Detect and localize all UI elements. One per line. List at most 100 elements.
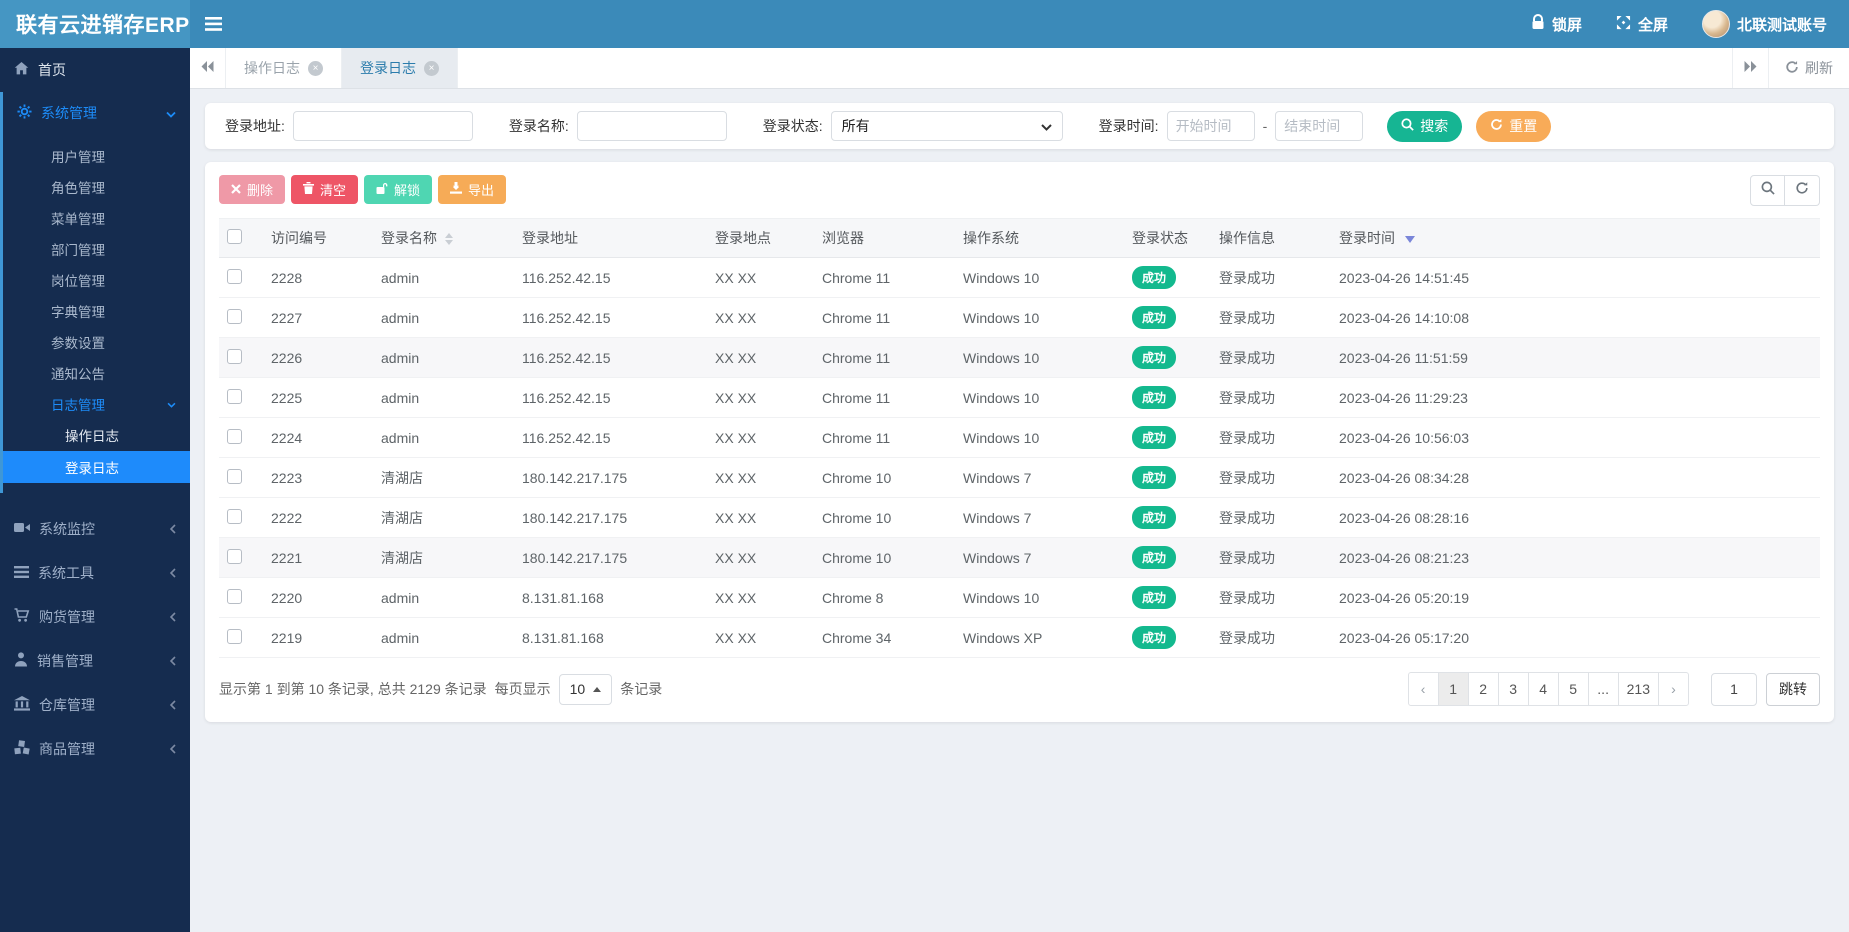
table-row[interactable]: 2222 清湖店 180.142.217.175 XX XX Chrome 10 Wind… xyxy=(219,497,1820,538)
table-row[interactable]: 2219 admin 8.131.81.168 XX XX Chrome 34 Windo… xyxy=(219,617,1820,658)
page-button[interactable]: 213 xyxy=(1617,672,1659,706)
home-icon xyxy=(14,61,29,79)
close-icon[interactable]: × xyxy=(308,60,323,76)
export-button[interactable]: 导出 xyxy=(438,175,507,204)
page-list: ‹ 1 2 3 4 5... 213 › xyxy=(1407,672,1689,706)
sidebar-item-role-mgmt[interactable]: 角色管理 xyxy=(3,171,190,202)
sidebar-item-dept-mgmt[interactable]: 部门管理 xyxy=(3,233,190,264)
cell-message: 登录成功 xyxy=(1211,337,1331,378)
row-checkbox[interactable] xyxy=(227,468,242,484)
prev-page-button[interactable]: ‹ xyxy=(1407,672,1439,706)
page-button[interactable]: 4 xyxy=(1527,672,1559,706)
sidebar-item-log-mgmt[interactable]: 日志管理 xyxy=(3,388,190,419)
table-row[interactable]: 2227 admin 116.252.42.15 XX XX Chrome 11 Wind… xyxy=(219,297,1820,338)
jump-page-input[interactable] xyxy=(1711,672,1757,706)
user-icon xyxy=(14,652,28,670)
delete-button[interactable]: 删除 xyxy=(219,175,286,204)
search-button[interactable]: 搜索 xyxy=(1387,110,1463,142)
sidebar-item-warehouse-mgmt[interactable]: 仓库管理 xyxy=(0,683,190,727)
lock-screen-button[interactable]: 锁屏 xyxy=(1531,14,1582,35)
date-range-separator: - xyxy=(1262,118,1268,134)
column-header-time[interactable]: 登录时间 xyxy=(1331,218,1820,258)
end-time-input[interactable] xyxy=(1275,111,1364,141)
row-checkbox[interactable] xyxy=(227,388,242,404)
chevron-left-icon xyxy=(169,741,176,757)
table-row[interactable]: 2223 清湖店 180.142.217.175 XX XX Chrome 10 Wind… xyxy=(219,457,1820,498)
table-header-row: 访问编号 登录名称 登录地址 登录地点 浏览器 操作系统 登录状态 操作信息 登… xyxy=(219,218,1820,258)
sidebar-item-system[interactable]: 系统管理 xyxy=(3,92,190,134)
sidebar-item-login-log[interactable]: 登录日志 xyxy=(3,451,190,483)
cell-browser: Chrome 10 xyxy=(814,537,955,578)
delete-button-label: 删除 xyxy=(247,183,274,198)
login-name-input[interactable] xyxy=(576,111,727,141)
refresh-table-button[interactable] xyxy=(1785,175,1820,206)
page-button[interactable]: 3 xyxy=(1497,672,1529,706)
user-menu[interactable]: 北联测试账号 xyxy=(1701,10,1827,38)
sidebar-item-home[interactable]: 首页 xyxy=(0,48,190,92)
cell-os: Windows 10 xyxy=(955,257,1124,298)
cell-location: XX XX xyxy=(707,337,814,378)
sidebar-item-user-mgmt[interactable]: 用户管理 xyxy=(3,140,190,171)
sidebar-item-system-tools[interactable]: 系统工具 xyxy=(0,551,190,595)
table-row[interactable]: 2220 admin 8.131.81.168 XX XX Chrome 8 Window… xyxy=(219,577,1820,618)
sidebar-item-menu-mgmt[interactable]: 菜单管理 xyxy=(3,202,190,233)
cell-message: 登录成功 xyxy=(1211,577,1331,618)
sidebar-item-post-mgmt[interactable]: 岗位管理 xyxy=(3,264,190,295)
close-icon[interactable]: × xyxy=(424,60,439,76)
table-row[interactable]: 2221 清湖店 180.142.217.175 XX XX Chrome 10 Wind… xyxy=(219,537,1820,578)
tabs-scroll-right-button[interactable] xyxy=(1732,48,1768,88)
sidebar-item-label: 登录日志 xyxy=(65,461,119,476)
table-row[interactable]: 2225 admin 116.252.42.15 XX XX Chrome 11 Wind… xyxy=(219,377,1820,418)
next-page-button[interactable]: › xyxy=(1658,672,1689,706)
cell-address: 116.252.42.15 xyxy=(514,297,707,338)
row-checkbox[interactable] xyxy=(227,548,242,564)
row-checkbox[interactable] xyxy=(227,268,242,284)
start-time-input[interactable] xyxy=(1166,111,1255,141)
login-name-label: 登录名称: xyxy=(508,118,569,134)
row-checkbox[interactable] xyxy=(227,308,242,324)
table-row[interactable]: 2226 admin 116.252.42.15 XX XX Chrome 11 Wind… xyxy=(219,337,1820,378)
page-button[interactable]: 1 xyxy=(1437,672,1469,706)
video-camera-icon xyxy=(14,521,30,537)
table-row[interactable]: 2228 admin 116.252.42.15 XX XX Chrome 11 Wind… xyxy=(219,257,1820,298)
cell-address: 180.142.217.175 xyxy=(514,457,707,498)
cell-os: Windows 7 xyxy=(955,497,1124,538)
refresh-tab-button[interactable]: 刷新 xyxy=(1768,48,1849,88)
row-checkbox[interactable] xyxy=(227,628,242,644)
tab-login-log[interactable]: 登录日志 × xyxy=(342,48,458,88)
tab-operation-log[interactable]: 操作日志 × xyxy=(226,48,342,88)
toggle-search-button[interactable] xyxy=(1750,175,1785,206)
fullscreen-button[interactable]: 全屏 xyxy=(1616,14,1668,35)
row-checkbox[interactable] xyxy=(227,588,242,604)
sidebar-item-sales-mgmt[interactable]: 销售管理 xyxy=(0,639,190,683)
unlock-button[interactable]: 解锁 xyxy=(364,175,433,204)
page-button[interactable]: 2 xyxy=(1467,672,1499,706)
double-chevron-right-icon xyxy=(1744,59,1757,77)
sidebar-item-dict-mgmt[interactable]: 字典管理 xyxy=(3,295,190,326)
select-all-checkbox[interactable] xyxy=(227,229,242,244)
sidebar-item-operation-log[interactable]: 操作日志 xyxy=(3,419,190,451)
login-address-input[interactable] xyxy=(292,111,473,141)
jump-button[interactable]: 跳转 xyxy=(1766,672,1820,706)
page-button[interactable]: ... xyxy=(1587,672,1619,706)
sidebar-item-goods-mgmt[interactable]: 商品管理 xyxy=(0,727,190,771)
table-row[interactable]: 2224 admin 116.252.42.15 XX XX Chrome 11 Wind… xyxy=(219,417,1820,458)
row-checkbox[interactable] xyxy=(227,508,242,524)
sidebar-toggle-button[interactable] xyxy=(190,0,236,48)
unlock-icon xyxy=(376,182,388,198)
page-size-dropdown[interactable]: 10 xyxy=(558,673,613,705)
row-checkbox[interactable] xyxy=(227,428,242,444)
sidebar-item-purchase-mgmt[interactable]: 购货管理 xyxy=(0,595,190,639)
sidebar-item-param-settings[interactable]: 参数设置 xyxy=(3,326,190,357)
reset-button[interactable]: 重置 xyxy=(1476,110,1552,142)
cell-id: 2222 xyxy=(263,497,373,538)
sidebar-item-system-monitor[interactable]: 系统监控 xyxy=(0,507,190,551)
page-button[interactable]: 5 xyxy=(1557,672,1589,706)
tabs-scroll-left-button[interactable] xyxy=(190,48,226,88)
clear-button[interactable]: 清空 xyxy=(291,175,359,204)
row-checkbox[interactable] xyxy=(227,348,242,364)
column-header-name[interactable]: 登录名称 xyxy=(373,218,514,258)
cell-os: Windows 10 xyxy=(955,377,1124,418)
login-status-select[interactable]: 所有 xyxy=(830,111,1063,141)
sidebar-item-notice[interactable]: 通知公告 xyxy=(3,357,190,388)
